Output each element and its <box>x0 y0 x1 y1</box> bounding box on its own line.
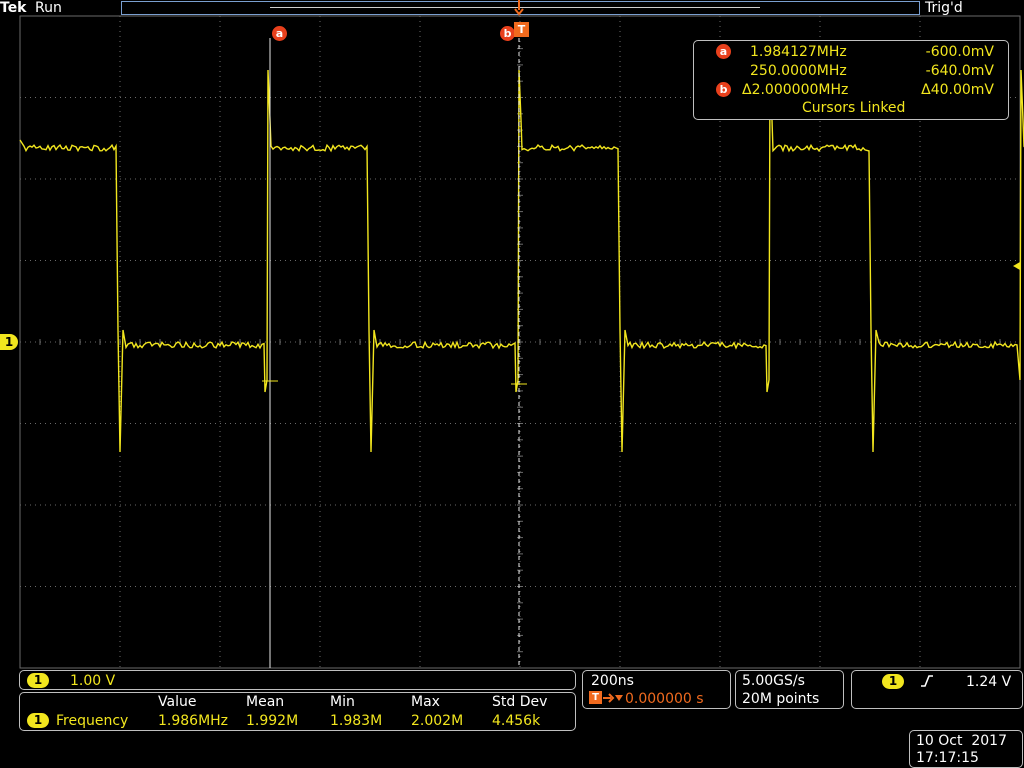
timebase-delay: 0.000000 s <box>625 692 704 706</box>
cursor-b-marker[interactable]: b <box>500 22 515 41</box>
trigger-source-badge: 1 <box>882 674 904 689</box>
time: 17:17:15 <box>916 751 979 765</box>
trigger-level-marker[interactable] <box>1011 256 1021 275</box>
measurement-panel[interactable]: Value Mean Min Max Std Dev 1 Frequency 1… <box>19 692 576 731</box>
measurement-header-min: Min <box>330 695 355 709</box>
measurement-header-value: Value <box>158 695 196 709</box>
date: 10 Oct 2017 <box>916 734 1007 748</box>
timebase-scale: 200ns <box>591 674 634 688</box>
datetime-box: 10 Oct 2017 17:17:15 <box>909 730 1023 768</box>
trigger-level: 1.24 V <box>966 675 1011 689</box>
measurement-label: Frequency <box>56 714 128 728</box>
trigger-box[interactable]: 1 1.24 V <box>851 670 1023 709</box>
trigger-delay-icon: T <box>589 691 602 704</box>
channel-1-ground-marker[interactable]: 1 <box>0 334 18 350</box>
cursor-a-marker[interactable]: a <box>272 22 287 41</box>
trigger-time-marker[interactable]: T <box>514 22 529 37</box>
measurement-header-max: Max <box>411 695 440 709</box>
measurement-header-mean: Mean <box>246 695 284 709</box>
cursor-b-readout-icon: b <box>716 82 731 97</box>
cursor-lines[interactable] <box>262 38 527 668</box>
acquisition-box[interactable]: 5.00GS/s 20M points <box>735 670 844 709</box>
measurement-stddev: 4.456k <box>492 714 540 728</box>
cursor-b-frequency: 250.0000MHz <box>750 64 847 78</box>
cursor-a-frequency: 1.984127MHz <box>750 45 847 59</box>
channel-1-scale-box[interactable]: 1 1.00 V <box>19 670 576 690</box>
measurement-mean: 1.992M <box>246 714 298 728</box>
channel-1-badge: 1 <box>27 673 49 688</box>
timebase-box[interactable]: 200ns T 0.000000 s <box>582 670 731 709</box>
cursor-readout-panel: a 1.984127MHz -600.0mV 250.0000MHz -640.… <box>693 40 1009 120</box>
cursor-a-voltage: -600.0mV <box>926 45 994 59</box>
rising-edge-icon <box>920 674 934 692</box>
cursor-b-label: b <box>500 26 515 41</box>
delay-arrow-icon <box>603 691 625 709</box>
cursor-delta-voltage: Δ40.00mV <box>921 83 994 97</box>
cursors-linked-label: Cursors Linked <box>802 101 905 115</box>
record-length: 20M points <box>742 692 819 706</box>
cursor-a-label: a <box>272 26 287 41</box>
measurement-channel-badge: 1 <box>27 713 49 728</box>
measurement-header-stddev: Std Dev <box>492 695 547 709</box>
cursor-a-readout-icon: a <box>716 44 731 59</box>
measurement-value: 1.986MHz <box>158 714 228 728</box>
cursor-delta-frequency: Δ2.000000MHz <box>742 83 848 97</box>
measurement-min: 1.983M <box>330 714 382 728</box>
channel-1-scale: 1.00 V <box>70 674 115 688</box>
measurement-max: 2.002M <box>411 714 463 728</box>
sample-rate: 5.00GS/s <box>742 674 805 688</box>
cursor-b-voltage: -640.0mV <box>926 64 994 78</box>
